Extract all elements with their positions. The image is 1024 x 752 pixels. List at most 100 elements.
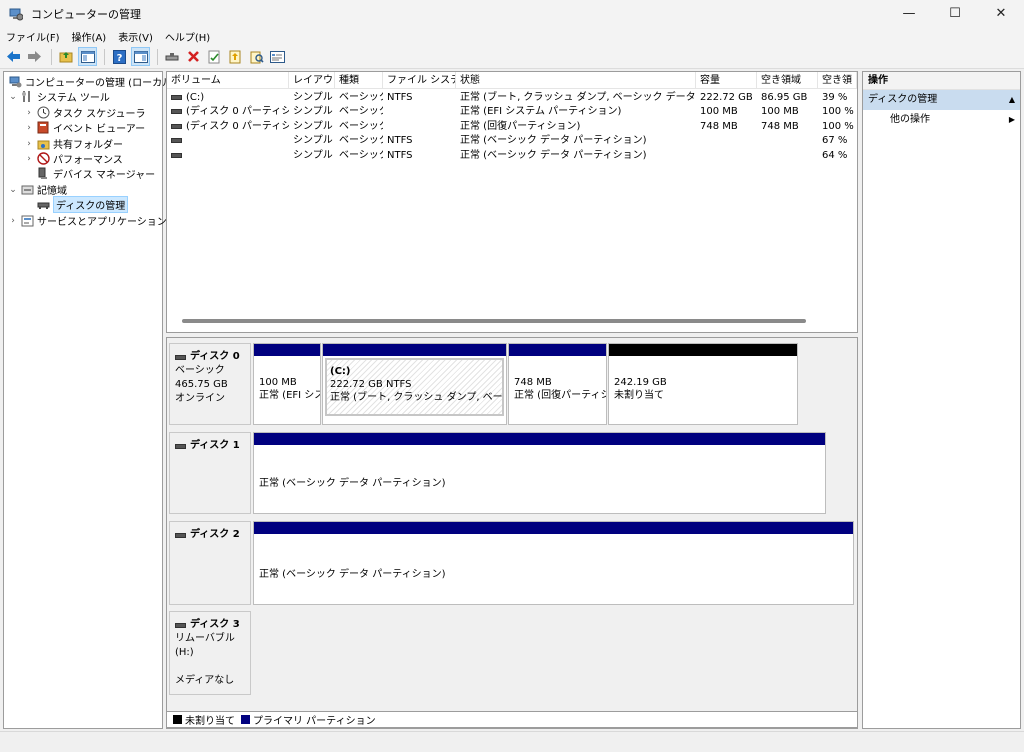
status-cell: 正常 (ベーシック データ パーティション) (460, 150, 647, 161)
table-row[interactable]: (ディスク 0 パーティション 4) シンプル ベーシック 正常 (回復パーティ… (167, 120, 857, 134)
delete-icon[interactable] (184, 47, 203, 66)
properties-icon[interactable] (268, 47, 287, 66)
computer-management-icon (8, 75, 22, 88)
chevron-right-icon[interactable]: › (8, 216, 18, 226)
column-header-type[interactable]: 種類 (335, 72, 383, 89)
tree-item-event-viewer[interactable]: › イベント ビューアー (24, 120, 145, 135)
tree-item-disk-management[interactable]: ディスクの管理 (34, 196, 129, 213)
menu-bar: ファイル(F) 操作(A) 表示(V) ヘルプ(H) (0, 27, 1024, 45)
primary-partition-bar (509, 344, 606, 356)
table-row[interactable]: (C:) シンプル ベーシック NTFS 正常 (ブート, クラッシュ ダンプ,… (167, 91, 857, 105)
menu-file[interactable]: ファイル(F) (6, 29, 60, 44)
free-percent-cell: 39 % (822, 92, 848, 103)
partition-disk2[interactable]: 正常 (ベーシック データ パーティション) (253, 521, 854, 605)
device-manager-icon (36, 167, 50, 180)
tree-item-task-scheduler[interactable]: › タスク スケジューラ (24, 105, 145, 120)
filesystem-cell (383, 120, 456, 134)
tree-label: デバイス マネージャー (53, 170, 156, 181)
chevron-right-icon[interactable]: › (24, 139, 34, 149)
table-row[interactable]: シンプル ベーシック NTFS 正常 (ベーシック データ パーティション) 6… (167, 134, 857, 148)
partition-recovery[interactable]: 748 MB 正常 (回復パーティショ (508, 343, 607, 425)
tree-item-performance[interactable]: › パフォーマンス (24, 151, 123, 166)
actions-section-disk-management[interactable]: ディスクの管理 ▲ (863, 90, 1020, 110)
chevron-right-icon[interactable]: › (24, 154, 34, 164)
tree-item-root[interactable]: コンピューターの管理 (ローカル) (6, 74, 176, 89)
collapse-up-icon[interactable]: ▲ (1009, 90, 1015, 110)
legend: 未割り当て プライマリ パーティション (166, 711, 858, 728)
disk-icon (175, 354, 186, 360)
check-icon[interactable] (205, 47, 224, 66)
primary-partition-bar (254, 344, 320, 356)
connect-drive-icon[interactable] (163, 47, 182, 66)
capacity-cell (696, 149, 757, 163)
tree-item-shared-folders[interactable]: › 共有フォルダー (24, 136, 123, 152)
chevron-right-icon[interactable]: › (24, 123, 34, 133)
column-header-capacity[interactable]: 容量 (696, 72, 757, 89)
type-cell: ベーシック (339, 106, 383, 117)
folder-up-icon[interactable] (226, 47, 245, 66)
tree-item-services-apps[interactable]: › サービスとアプリケーション (8, 213, 167, 228)
minimize-button[interactable]: — (886, 0, 932, 27)
show-action-pane-icon[interactable] (131, 47, 150, 66)
menu-view[interactable]: 表示(V) (118, 29, 153, 44)
forward-icon[interactable] (25, 47, 44, 66)
menu-help[interactable]: ヘルプ(H) (165, 29, 210, 44)
volume-icon (171, 108, 182, 114)
volume-cell (167, 134, 289, 148)
tree-label: 記憶域 (37, 186, 67, 197)
legend-unallocated: 未割り当て (185, 716, 235, 727)
partition-efi[interactable]: 100 MB 正常 (EFI シス (253, 343, 321, 425)
tree-label: サービスとアプリケーション (37, 217, 167, 228)
help-icon[interactable]: ? (110, 47, 129, 66)
disk-2-label[interactable]: ディスク 2 (169, 521, 251, 605)
volume-list-header: ボリューム レイアウト 種類 ファイル システム 状態 容量 空き領域 空き領 (167, 72, 857, 89)
primary-partition-bar (254, 522, 853, 534)
tree-item-system-tools[interactable]: ⌄ システム ツール (8, 89, 110, 104)
horizontal-scrollbar[interactable] (182, 319, 806, 323)
table-row[interactable]: (ディスク 0 パーティション 1) シンプル ベーシック 正常 (EFI シス… (167, 105, 857, 119)
volume-cell: (C:) (167, 91, 289, 105)
column-header-status[interactable]: 状態 (456, 72, 696, 89)
back-icon[interactable] (4, 47, 23, 66)
partition-status: 未割り当て (614, 390, 664, 401)
column-header-free-space[interactable]: 空き領域 (757, 72, 818, 89)
partition-disk1[interactable]: 正常 (ベーシック データ パーティション) (253, 432, 826, 514)
shared-folder-icon (36, 137, 50, 150)
unallocated-swatch (173, 715, 182, 724)
column-header-layout[interactable]: レイアウト (289, 72, 335, 89)
free-percent-cell: 67 % (822, 135, 848, 146)
toolbar: ? (0, 45, 1024, 69)
disk-type: リムーバブル (H:) (175, 633, 235, 658)
close-button[interactable]: ✕ (978, 0, 1024, 27)
column-header-free-percent[interactable]: 空き領 (818, 72, 857, 89)
tree-item-device-manager[interactable]: デバイス マネージャー (34, 166, 155, 181)
maximize-button[interactable]: ☐ (932, 0, 978, 27)
menu-action[interactable]: 操作(A) (72, 29, 107, 44)
volume-icon (171, 152, 182, 158)
column-header-filesystem[interactable]: ファイル システム (383, 72, 456, 89)
tree-label: パフォーマンス (53, 155, 123, 166)
disk-1-label[interactable]: ディスク 1 (169, 432, 251, 514)
toolbar-separator (104, 48, 105, 65)
up-folder-icon[interactable] (57, 47, 76, 66)
disk-3-label[interactable]: ディスク 3 リムーバブル (H:) メディアなし (169, 611, 251, 695)
chevron-down-icon[interactable]: ⌄ (8, 92, 18, 102)
column-header-volume[interactable]: ボリューム (167, 72, 289, 89)
search-folder-icon[interactable] (247, 47, 266, 66)
chevron-right-icon[interactable]: › (24, 108, 34, 118)
event-viewer-icon (36, 121, 50, 134)
show-tree-icon[interactable] (78, 47, 97, 66)
partition-unallocated[interactable]: 242.19 GB 未割り当て (608, 343, 798, 425)
partition-status: 正常 (ブート, クラッシュ ダンプ, ベーシック デー (330, 392, 503, 403)
disk-0-label[interactable]: ディスク 0 ベーシック 465.75 GB オンライン (169, 343, 251, 425)
disk-name: ディスク 0 (175, 350, 245, 364)
free-percent-cell: 100 % (822, 121, 854, 132)
chevron-down-icon[interactable]: ⌄ (8, 185, 18, 195)
table-row[interactable]: シンプル ベーシック NTFS 正常 (ベーシック データ パーティション) 6… (167, 149, 857, 163)
partition-size: 242.19 GB (614, 377, 667, 388)
partition-c-drive[interactable]: (C:) 222.72 GB NTFS 正常 (ブート, クラッシュ ダンプ, … (322, 343, 507, 425)
storage-icon (20, 183, 34, 196)
filesystem-cell: NTFS (387, 92, 413, 103)
tree-item-storage[interactable]: ⌄ 記憶域 (8, 182, 67, 198)
action-other-operations[interactable]: 他の操作 ▶ (863, 110, 1020, 130)
